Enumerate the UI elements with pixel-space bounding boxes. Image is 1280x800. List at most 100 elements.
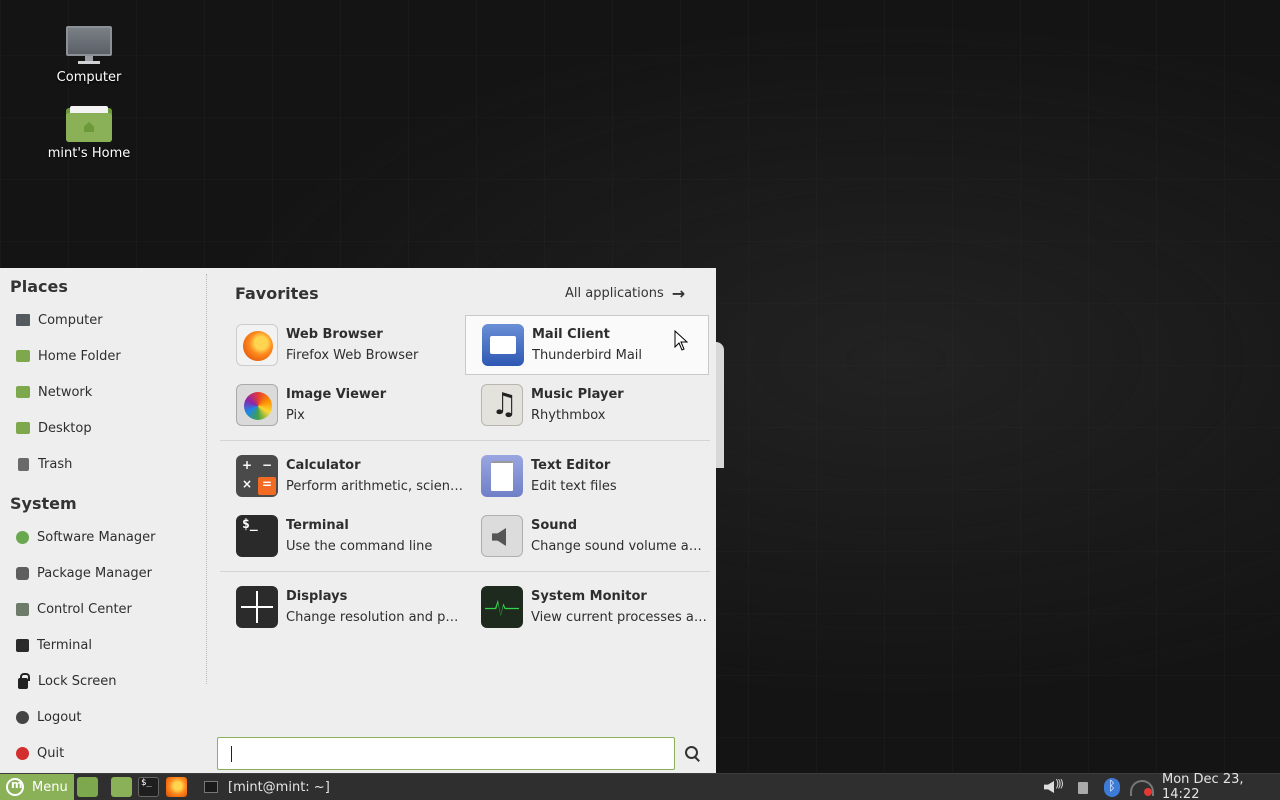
app-name: Web Browser [286, 327, 383, 342]
favorite-text-editor[interactable]: Text Editor Edit text files [465, 447, 709, 505]
system-software-manager[interactable]: Software Manager [16, 524, 155, 550]
place-home-folder[interactable]: Home Folder [16, 343, 121, 369]
menu-button[interactable]: Menu [0, 774, 74, 800]
package-manager-icon [16, 566, 29, 580]
favorite-calculator[interactable]: + − × = Calculator Perform arithmetic, scien… [220, 447, 464, 505]
volume-icon[interactable] [1044, 777, 1066, 796]
firefox-icon [236, 324, 278, 366]
terminal-window-icon [204, 781, 218, 793]
favorite-sound[interactable]: Sound Change sound volume and sound event… [465, 507, 709, 565]
monitor-icon [66, 24, 112, 66]
show-desktop-icon[interactable] [77, 777, 98, 797]
terminal-icon [16, 638, 29, 652]
displays-icon [236, 586, 278, 628]
calculator-icon: + − × = [236, 455, 278, 497]
taskbar-panel: Menu $_ [mint@mint: ~] Mon Dec 23, 14:22 [0, 772, 1280, 800]
home-folder-icon [16, 350, 30, 362]
place-desktop[interactable]: Desktop [16, 415, 92, 441]
removable-drive-icon[interactable] [1078, 778, 1088, 796]
favorite-music-player[interactable]: Music Player Rhythmbox [465, 376, 709, 434]
app-name: Image Viewer [286, 387, 387, 402]
mouse-pointer-icon [674, 330, 689, 351]
text-editor-icon [481, 455, 523, 497]
app-description: Firefox Web Browser [286, 348, 419, 363]
system-terminal[interactable]: Terminal [16, 632, 92, 658]
power-icon [16, 746, 29, 760]
system-heading: System [10, 494, 77, 513]
app-description: Change resolution and position of monito… [286, 610, 464, 625]
clock[interactable]: Mon Dec 23, 14:22 [1162, 772, 1280, 800]
place-computer[interactable]: Computer [16, 307, 103, 333]
system-lock-screen[interactable]: Lock Screen [16, 668, 116, 694]
desktop-icon-home[interactable]: mint's Home [34, 104, 144, 161]
bluetooth-icon[interactable] [1104, 778, 1120, 797]
sound-icon [481, 515, 523, 557]
place-label: Desktop [38, 420, 92, 436]
favorite-terminal[interactable]: $_ Terminal Use the command line [220, 507, 464, 565]
favorite-mail-client[interactable]: Mail Client Thunderbird Mail [465, 315, 709, 375]
app-description: Perform arithmetic, scientific or financ… [286, 479, 464, 494]
desktop-icon-label: Computer [56, 70, 122, 85]
search-icon[interactable] [684, 745, 702, 763]
place-label: Home Folder [38, 348, 121, 364]
image-viewer-icon [236, 384, 278, 426]
system-logout[interactable]: Logout [16, 704, 82, 730]
app-name: Music Player [531, 387, 624, 402]
mint-logo-icon [6, 778, 24, 796]
app-name: Terminal [286, 518, 349, 533]
desktop-icon-computer[interactable]: Computer [34, 24, 144, 85]
terminal-icon[interactable]: $_ [138, 777, 159, 797]
app-description: Edit text files [531, 479, 617, 494]
favorite-image-viewer[interactable]: Image Viewer Pix [220, 376, 464, 434]
app-description: Change sound volume and sound events [531, 539, 709, 554]
menu-divider [206, 274, 207, 684]
app-description: View current processes and monitor syste… [531, 610, 709, 625]
text-caret [231, 746, 232, 762]
menu-sidebar: Places Computer Home Folder Network Desk… [0, 268, 208, 773]
software-manager-icon [16, 530, 29, 544]
place-network[interactable]: Network [16, 379, 92, 405]
favorite-system-monitor[interactable]: System Monitor View current processes and… [465, 578, 709, 636]
system-monitor-icon [481, 586, 523, 628]
system-package-manager[interactable]: Package Manager [16, 560, 152, 586]
favorite-web-browser[interactable]: Web Browser Firefox Web Browser [220, 316, 464, 374]
arrow-right-icon: → [671, 284, 686, 303]
all-applications-button[interactable]: All applications → [565, 284, 685, 303]
files-icon[interactable] [111, 777, 132, 797]
system-label: Control Center [37, 601, 132, 617]
home-folder-icon [66, 104, 112, 142]
app-name: Calculator [286, 458, 361, 473]
network-disconnected-icon[interactable] [1130, 778, 1154, 796]
app-name: Sound [531, 518, 578, 533]
terminal-icon: $_ [236, 515, 278, 557]
logout-icon [16, 710, 29, 724]
mail-icon [482, 324, 524, 366]
system-quit[interactable]: Quit [16, 740, 64, 766]
system-label: Quit [37, 745, 65, 761]
system-label: Logout [37, 709, 82, 725]
taskbar-window-terminal[interactable]: [mint@mint: ~] [196, 774, 330, 800]
network-folder-icon [16, 386, 30, 398]
system-label: Lock Screen [38, 673, 117, 689]
app-description: Rhythmbox [531, 408, 606, 423]
app-name: Displays [286, 589, 348, 604]
favorites-separator [220, 571, 710, 572]
taskbar-window-title: [mint@mint: ~] [228, 779, 330, 795]
app-name: System Monitor [531, 589, 647, 604]
system-control-center[interactable]: Control Center [16, 596, 132, 622]
favorites-separator [220, 440, 710, 441]
desktop-icon-label: mint's Home [47, 146, 131, 161]
place-label: Trash [38, 456, 73, 472]
menu-button-label: Menu [32, 779, 68, 795]
system-label: Package Manager [37, 565, 153, 581]
application-menu: Places Computer Home Folder Network Desk… [0, 268, 716, 773]
app-description: Use the command line [286, 539, 433, 554]
app-name: Text Editor [531, 458, 611, 473]
search-input[interactable] [217, 737, 675, 770]
favorites-heading: Favorites [235, 284, 319, 303]
firefox-icon[interactable] [166, 777, 187, 797]
system-label: Software Manager [37, 529, 156, 545]
monitor-icon [16, 314, 30, 326]
place-trash[interactable]: Trash [16, 451, 72, 477]
favorite-displays[interactable]: Displays Change resolution and position o… [220, 578, 464, 636]
